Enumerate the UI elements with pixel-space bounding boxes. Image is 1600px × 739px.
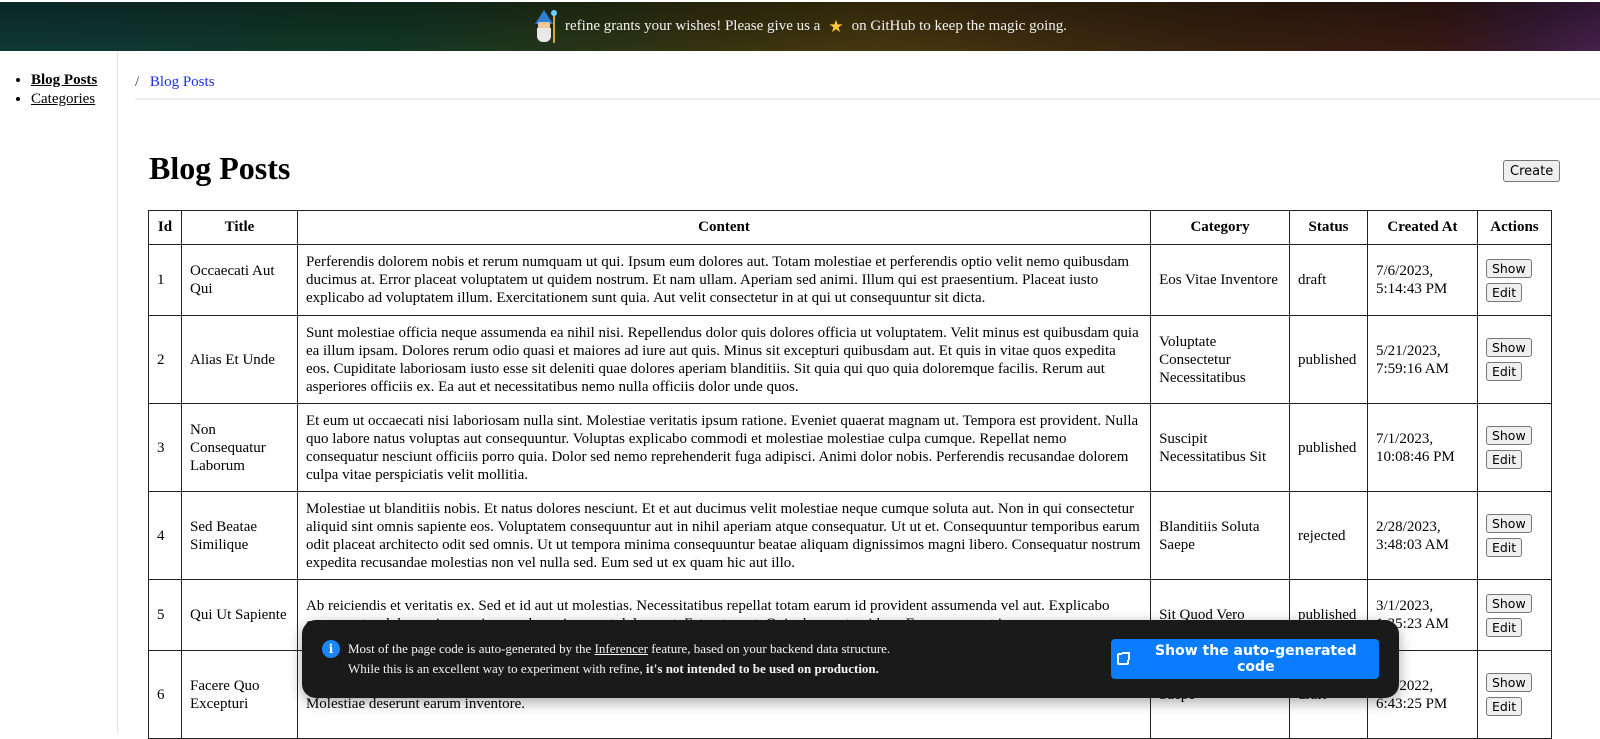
table-row: 3 Non Consequatur Laborum Et eum ut occa… (148, 403, 1553, 492)
create-button[interactable]: Create (1503, 160, 1561, 182)
breadcrumb: / Blog Posts (135, 74, 1600, 100)
sidebar-link-blog-posts[interactable]: Blog Posts (31, 72, 97, 88)
cell-status: published (1289, 315, 1368, 404)
header-content: Content (296, 210, 1152, 245)
wizard-icon (533, 9, 557, 44)
cell-id: 4 (148, 491, 182, 580)
cell-created-at: 2/28/2023, 3:48:03 AM (1367, 491, 1478, 580)
cell-actions: Show Edit (1476, 491, 1553, 580)
breadcrumb-item-blog-posts[interactable]: Blog Posts (150, 74, 215, 90)
breadcrumb-separator: / (135, 74, 140, 90)
cell-created-at: 7/1/2023, 10:08:46 PM (1367, 403, 1478, 492)
cell-content: Perferendis dolorem nobis et rerum numqu… (296, 244, 1152, 316)
table-header-row: Id Title Content Category Status Created… (148, 210, 1553, 245)
cell-id: 2 (148, 315, 182, 404)
page-title: Blog Posts (149, 150, 291, 186)
edit-button[interactable]: Edit (1485, 450, 1523, 469)
table-row: 4 Sed Beatae Similique Molestiae ut blan… (148, 491, 1553, 580)
info-icon: i (322, 640, 340, 658)
cell-actions: Show Edit (1476, 579, 1553, 651)
edit-button[interactable]: Edit (1485, 697, 1523, 716)
cell-content: Molestiae ut blanditiis nobis. Et natus … (296, 491, 1152, 580)
show-button[interactable]: Show (1485, 514, 1532, 533)
inferencer-notice: i Most of the page code is auto-generate… (302, 620, 1399, 698)
sidebar: Blog Posts Categories (0, 51, 118, 734)
inferencer-notice-text: Most of the page code is auto-generated … (348, 639, 890, 679)
cell-title: Sed Beatae Similique (180, 491, 298, 580)
cell-id: 3 (148, 403, 182, 492)
cell-actions: Show Edit (1476, 650, 1553, 739)
header-created-at: Created At (1367, 210, 1478, 245)
header-actions: Actions (1476, 210, 1553, 245)
cell-content: Sunt molestiae officia neque assumenda e… (296, 315, 1152, 404)
sidebar-item-blog-posts[interactable]: Blog Posts (31, 71, 117, 90)
cell-title: Alias Et Unde (180, 315, 298, 404)
cell-title: Occaecati Aut Qui (180, 244, 298, 316)
banner-text-before: refine grants your wishes! Please give u… (565, 18, 821, 34)
star-icon: ★ (828, 16, 844, 36)
cell-category: Voluptate Consectetur Necessitatibus (1150, 315, 1291, 404)
cell-created-at: 7/6/2023, 5:14:43 PM (1367, 244, 1478, 316)
show-button[interactable]: Show (1485, 673, 1532, 692)
show-button[interactable]: Show (1485, 338, 1532, 357)
notice-line1-after: feature, based on your backend data stru… (651, 641, 891, 656)
table-row: 2 Alias Et Unde Sunt molestiae officia n… (148, 315, 1553, 404)
github-star-banner[interactable]: refine grants your wishes! Please give u… (0, 2, 1600, 51)
edit-button[interactable]: Edit (1485, 282, 1523, 302)
cell-title: Non Consequatur Laborum (180, 403, 298, 492)
cell-category: Suscipit Necessitatibus Sit (1150, 403, 1291, 492)
cell-status: draft (1289, 244, 1368, 316)
notice-line2-bold: it's not intended to be used on producti… (645, 661, 879, 676)
cell-actions: Show Edit (1476, 315, 1553, 404)
cell-actions: Show Edit (1476, 244, 1553, 316)
cell-id: 1 (148, 244, 182, 316)
show-button[interactable]: Show (1485, 426, 1532, 445)
header-category: Category (1150, 210, 1291, 245)
edit-button[interactable]: Edit (1485, 538, 1523, 557)
show-auto-generated-code-button[interactable]: Show the auto-generated code (1111, 639, 1379, 679)
cell-category: Eos Vitae Inventore (1150, 244, 1291, 316)
cell-id: 6 (148, 650, 182, 739)
cell-title: Qui Ut Sapiente (180, 579, 298, 651)
header-id: Id (148, 210, 182, 245)
notice-line2-before: While this is an excellent way to experi… (348, 661, 643, 676)
edit-button[interactable]: Edit (1485, 362, 1523, 381)
cell-id: 5 (148, 579, 182, 651)
external-link-icon (1117, 652, 1130, 665)
cell-status: rejected (1289, 491, 1368, 580)
inferencer-link[interactable]: Inferencer (595, 641, 648, 656)
cell-title: Facere Quo Excepturi (180, 650, 298, 739)
sidebar-item-categories[interactable]: Categories (31, 90, 117, 109)
edit-button[interactable]: Edit (1485, 617, 1523, 637)
show-code-label: Show the auto-generated code (1155, 643, 1357, 675)
sidebar-link-categories[interactable]: Categories (31, 91, 95, 107)
show-button[interactable]: Show (1485, 258, 1532, 278)
cell-content: Et eum ut occaecati nisi laboriosam null… (296, 403, 1152, 492)
header-status: Status (1289, 210, 1368, 245)
cell-actions: Show Edit (1476, 403, 1553, 492)
cell-category: Blanditiis Soluta Saepe (1150, 491, 1291, 580)
cell-created-at: 5/21/2023, 7:59:16 AM (1367, 315, 1478, 404)
show-button[interactable]: Show (1485, 593, 1532, 613)
header-title: Title (180, 210, 298, 245)
notice-line1-before: Most of the page code is auto-generated … (348, 641, 592, 656)
cell-status: published (1289, 403, 1368, 492)
table-row: 1 Occaecati Aut Qui Perferendis dolorem … (148, 244, 1553, 316)
banner-text-after: on GitHub to keep the magic going. (851, 18, 1067, 34)
